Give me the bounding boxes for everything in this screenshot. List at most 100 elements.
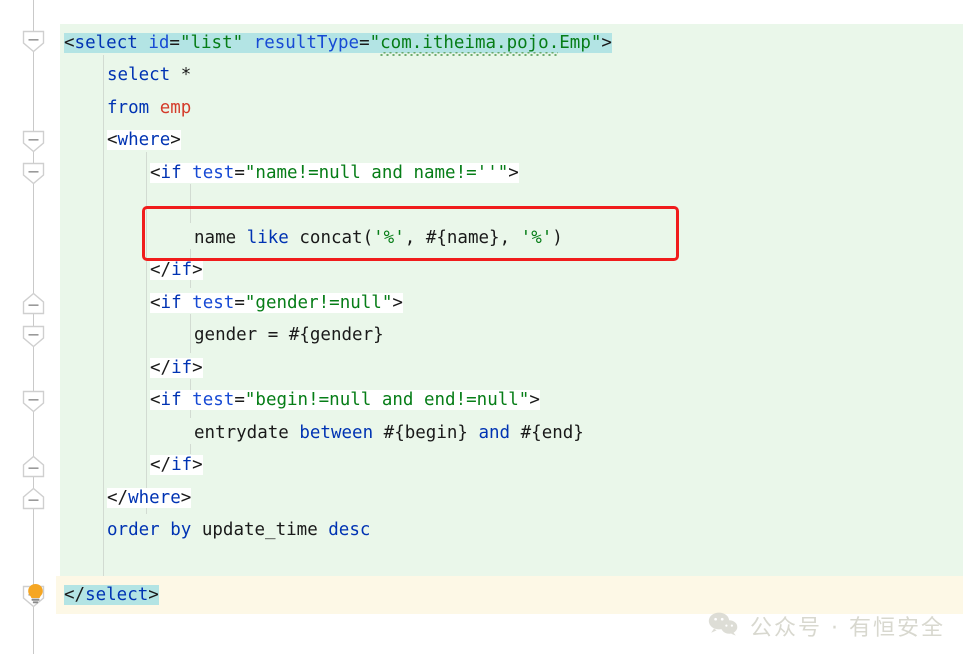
code-token: name	[194, 228, 247, 248]
fold-marker-select-open-icon[interactable]	[22, 30, 45, 53]
code-token: if	[171, 358, 193, 378]
code-token: update_time	[191, 520, 329, 540]
code-token: emp	[159, 98, 192, 118]
code-line-content: from emp	[107, 98, 191, 118]
code-token: </	[150, 358, 172, 378]
fold-marker-if-gender-icon[interactable]	[22, 292, 45, 315]
intention-bulb-icon[interactable]	[27, 583, 44, 605]
code-token: if	[160, 163, 182, 183]
code-token: >	[601, 33, 612, 53]
code-token: <	[150, 293, 161, 313]
code-token: '%'	[373, 228, 405, 248]
code-line[interactable]: from emp	[107, 93, 191, 124]
code-line[interactable]: order by update_time desc	[107, 515, 370, 546]
code-line-content: <if test="name!=null and name!=''">	[150, 163, 519, 183]
code-line-content: </where>	[107, 488, 192, 508]
code-token: >	[170, 130, 181, 150]
code-token: if	[171, 455, 193, 475]
code-token: #{end}	[510, 423, 584, 443]
code-token: =	[234, 390, 245, 410]
indent-guide	[190, 184, 191, 223]
code-line[interactable]: <if test="name!=null and name!=''">	[150, 158, 519, 189]
fold-marker-where-open-icon[interactable]	[22, 130, 45, 153]
indent-guide	[190, 314, 191, 353]
code-token: "name!=null and name!=''"	[244, 163, 509, 183]
code-token: <	[107, 130, 118, 150]
code-token: <	[150, 390, 161, 410]
fold-marker-if-gender-end-icon[interactable]	[22, 325, 45, 348]
inspection-squiggle	[379, 52, 559, 56]
fold-marker-where-close-icon[interactable]	[22, 455, 45, 478]
code-token: between	[299, 423, 374, 443]
code-line-content: <where>	[107, 130, 181, 150]
code-line[interactable]: </if>	[150, 450, 203, 481]
code-token: =	[234, 163, 245, 183]
code-line[interactable]: gender = #{gender}	[194, 320, 384, 351]
code-line-content: entrydate between #{begin} and #{end}	[194, 423, 584, 443]
code-line[interactable]: <if test="gender!=null">	[150, 288, 403, 319]
watermark: 公众号 · 有恒安全	[708, 610, 945, 642]
indent-guide	[146, 152, 147, 514]
code-line[interactable]: </if>	[150, 353, 203, 384]
code-line-content: <select id="list" resultType="com.itheim…	[64, 33, 612, 53]
code-token: </	[107, 488, 129, 508]
code-token: , #{name},	[404, 228, 521, 248]
code-token: if	[160, 390, 182, 410]
code-token: <	[64, 33, 75, 53]
code-token: "begin!=null and end!=null"	[244, 390, 530, 410]
code-line-content: order by update_time desc	[107, 520, 370, 540]
code-token: and	[478, 423, 511, 443]
code-token: "gender!=null"	[244, 293, 393, 313]
code-line-content: name like concat('%', #{name}, '%')	[194, 228, 563, 248]
code-token: >	[148, 585, 159, 605]
code-line-content: </if>	[150, 455, 203, 475]
code-token: gender = #{gender}	[194, 325, 384, 345]
code-line-content: <if test="begin!=null and end!=null">	[150, 390, 540, 410]
code-token: >	[192, 260, 203, 280]
code-token: test	[192, 390, 235, 410]
code-token: select	[85, 585, 149, 605]
code-token: >	[192, 358, 203, 378]
code-line-content: </if>	[150, 358, 203, 378]
code-line[interactable]: </select>	[64, 580, 159, 611]
code-line[interactable]: select *	[107, 60, 191, 91]
code-token: *	[170, 65, 192, 85]
code-token: "com.itheima.pojo.Emp"	[369, 33, 602, 53]
code-token: if	[171, 260, 193, 280]
code-token: <	[150, 163, 161, 183]
code-token: desc	[328, 520, 371, 540]
code-editor-text-area[interactable]: <select id="list" resultType="com.itheim…	[0, 0, 963, 654]
code-token: </	[64, 585, 86, 605]
code-line[interactable]: <if test="begin!=null and end!=null">	[150, 385, 540, 416]
code-token: =	[234, 293, 245, 313]
code-token: test	[192, 163, 235, 183]
code-token: entrydate	[194, 423, 300, 443]
code-line-content: <if test="gender!=null">	[150, 293, 403, 313]
code-line[interactable]: entrydate between #{begin} and #{end}	[194, 418, 584, 449]
code-line[interactable]: <where>	[107, 125, 181, 156]
code-token: =	[359, 33, 370, 53]
code-line[interactable]: </where>	[107, 483, 192, 514]
code-line[interactable]: </if>	[150, 255, 203, 286]
code-token: #{begin}	[373, 423, 479, 443]
fold-marker-if-begin-icon[interactable]	[22, 390, 45, 413]
editor-gutter[interactable]	[0, 0, 56, 654]
wechat-icon	[708, 612, 738, 640]
indent-guide	[103, 55, 104, 576]
code-token: test	[192, 293, 235, 313]
fold-marker-if-name-icon[interactable]	[22, 162, 45, 185]
code-token: </	[150, 260, 172, 280]
code-token: >	[508, 163, 519, 183]
code-token: '%'	[520, 228, 553, 248]
code-editor[interactable]: <select id="list" resultType="com.itheim…	[0, 0, 963, 654]
code-token: where	[117, 130, 171, 150]
code-token: resultType	[253, 33, 360, 53]
code-line[interactable]: name like concat('%', #{name}, '%')	[194, 223, 563, 254]
code-token: >	[192, 455, 203, 475]
fold-marker-select-close-icon[interactable]	[22, 487, 45, 510]
code-token: if	[160, 293, 182, 313]
